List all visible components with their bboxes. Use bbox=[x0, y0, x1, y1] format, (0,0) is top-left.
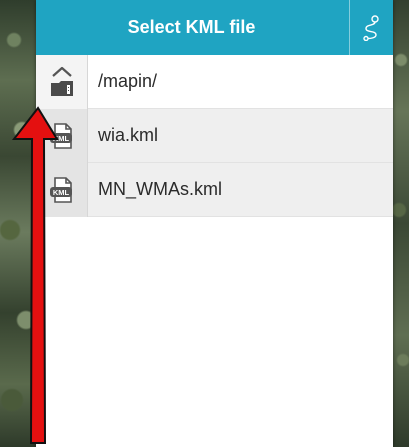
dialog-title: Select KML file bbox=[127, 17, 256, 37]
route-icon bbox=[362, 14, 379, 41]
icon-cell bbox=[36, 54, 88, 109]
file-label: /mapin/ bbox=[98, 71, 158, 91]
file-label: MN_WMAs.kml bbox=[98, 179, 222, 199]
select-kml-dialog: Select KML file /mapin/ KML wia.kml KML … bbox=[36, 0, 393, 447]
kml-icon-text: KML bbox=[52, 134, 69, 143]
dialog-header: Select KML file bbox=[36, 0, 393, 55]
route-button[interactable] bbox=[349, 0, 393, 55]
kml-icon-text: KML bbox=[52, 188, 69, 197]
icon-cell: KML bbox=[36, 108, 88, 163]
kml-file-icon: KML bbox=[49, 122, 72, 149]
list-item-kml-file[interactable]: KML MN_WMAs.kml bbox=[36, 162, 393, 217]
folder-up-icon bbox=[50, 66, 73, 96]
map-background-right bbox=[393, 0, 409, 447]
list-item-parent-folder[interactable]: /mapin/ bbox=[36, 54, 393, 109]
list-item-kml-file[interactable]: KML wia.kml bbox=[36, 108, 393, 163]
kml-file-icon: KML bbox=[49, 176, 72, 203]
icon-cell: KML bbox=[36, 162, 88, 217]
file-label: wia.kml bbox=[98, 125, 159, 145]
map-background-left bbox=[0, 0, 36, 447]
file-list: /mapin/ KML wia.kml KML MN_WMAs.kml bbox=[36, 54, 393, 217]
